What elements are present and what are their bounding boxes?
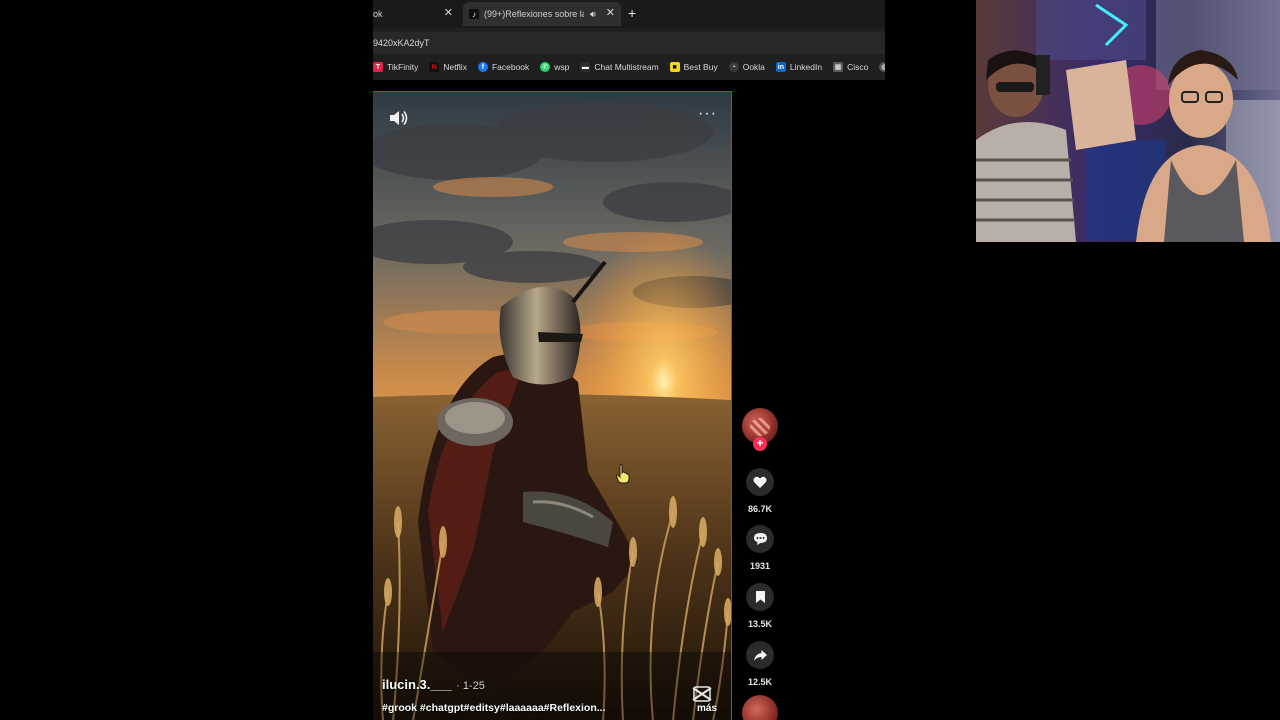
new-tab-button[interactable]: + (628, 5, 636, 21)
bookmark-icon (746, 583, 774, 611)
url-text[interactable]: 9420xKA2dyT (373, 38, 430, 48)
bookmark-label: LinkedIn (789, 62, 823, 72)
whatsapp-icon: ✆ (540, 62, 551, 72)
browser-window: ok ✕ ♪ (99+)Reflexiones sobre la i 🔊︎ ✕ … (373, 0, 885, 80)
tab-title: ok (373, 9, 383, 19)
bookmarks-bar: T TikFinity N Netflix f Facebook ✆ wsp ▬… (373, 57, 885, 77)
share-button[interactable]: 12.5K (740, 641, 780, 687)
bestbuy-icon: ■ (669, 62, 680, 72)
bookmark-cisco[interactable]: ▦ Cisco (833, 62, 868, 72)
bookmark-label: Ookla (742, 62, 765, 72)
comment-icon (746, 525, 774, 553)
address-bar[interactable]: 9420xKA2dyT (373, 32, 885, 54)
tab-active[interactable]: ♪ (99+)Reflexiones sobre la i 🔊︎ ✕ (463, 2, 621, 26)
bookmark-chat-multistream[interactable]: ▬ Chat Multistream (580, 62, 659, 72)
action-rail: + 86.7K 1931 13.5K 12.5K (740, 405, 780, 720)
video-player[interactable]: ··· ilucin.3.___ · 1-25 #grook #chatgpt#e… (373, 91, 732, 720)
tab-close-icon[interactable]: ✕ (444, 6, 453, 19)
bookmark-ookla[interactable]: ◔ Ookla (728, 62, 765, 72)
like-count: 86.7K (747, 504, 773, 514)
chat-icon: ▬ (580, 62, 591, 72)
bookmark-label: wsp (554, 62, 570, 72)
bookmark-wsp[interactable]: ✆ wsp (540, 62, 569, 72)
author-line: ilucin.3.___ · 1-25 (382, 677, 702, 692)
follow-button[interactable]: + (753, 437, 767, 451)
bookmark-label: Best Buy (683, 62, 718, 72)
bookmark-overflow[interactable]: ◍ (879, 62, 885, 72)
bookmark-label: TikFinity (387, 62, 419, 72)
comment-button[interactable]: 1931 (740, 525, 780, 571)
bookmark-label: Chat Multistream (594, 62, 659, 72)
tiktok-icon: ♪ (469, 9, 479, 19)
bookmark-label: Cisco (847, 62, 869, 72)
tab-close-icon[interactable]: ✕ (606, 6, 615, 19)
screen: ok ✕ ♪ (99+)Reflexiones sobre la i 🔊︎ ✕ … (0, 0, 1280, 720)
save-button[interactable]: 13.5K (740, 583, 780, 629)
more-link[interactable]: más (697, 703, 717, 714)
share-count: 12.5K (747, 677, 773, 687)
ookla-icon: ◔ (728, 62, 739, 72)
hand-cursor-icon (616, 464, 630, 484)
bookmark-best-buy[interactable]: ■ Best Buy (669, 62, 718, 72)
webcam-image (976, 0, 1280, 242)
share-icon (746, 641, 774, 669)
like-button[interactable]: 86.7K (740, 468, 780, 514)
linkedin-icon: in (775, 62, 786, 72)
bookmark-linkedin[interactable]: in LinkedIn (775, 62, 823, 72)
bookmark-facebook[interactable]: f Facebook (477, 62, 530, 72)
tab-inactive[interactable]: ok ✕ (373, 2, 463, 26)
author-name[interactable]: ilucin.3.___ (382, 677, 452, 692)
capcut-icon (692, 686, 712, 702)
more-options-icon[interactable]: ··· (698, 106, 717, 122)
comment-count: 1931 (749, 561, 771, 571)
tikfinity-icon: T (373, 62, 383, 72)
music-disc-avatar[interactable] (742, 695, 778, 720)
hashtags[interactable]: #grook #chatgpt#editsy#laaaaaa#Reflexion… (382, 702, 702, 714)
heart-icon (746, 468, 774, 496)
bookmark-netflix[interactable]: N Netflix (429, 62, 467, 72)
streamer-webcam (976, 0, 1280, 242)
video-caption: ilucin.3.___ · 1-25 #grook #chatgpt#edits… (382, 677, 702, 714)
save-count: 13.5K (747, 619, 773, 629)
bookmark-tikfinity[interactable]: T TikFinity (373, 62, 418, 72)
cisco-icon: ▦ (833, 62, 844, 72)
post-date: · 1-25 (456, 680, 485, 692)
video-frame-knight-in-wheat-field (373, 92, 731, 720)
globe-icon: ◍ (879, 62, 885, 72)
bookmark-label: Netflix (443, 62, 467, 72)
tab-audio-icon[interactable]: 🔊︎ (590, 9, 596, 20)
facebook-icon: f (477, 62, 488, 72)
tab-strip: ok ✕ ♪ (99+)Reflexiones sobre la i 🔊︎ ✕ … (373, 0, 885, 28)
tab-title: (99+)Reflexiones sobre la i (484, 9, 584, 19)
volume-icon[interactable] (387, 108, 409, 128)
netflix-icon: N (429, 62, 440, 72)
bookmark-label: Facebook (491, 62, 530, 72)
